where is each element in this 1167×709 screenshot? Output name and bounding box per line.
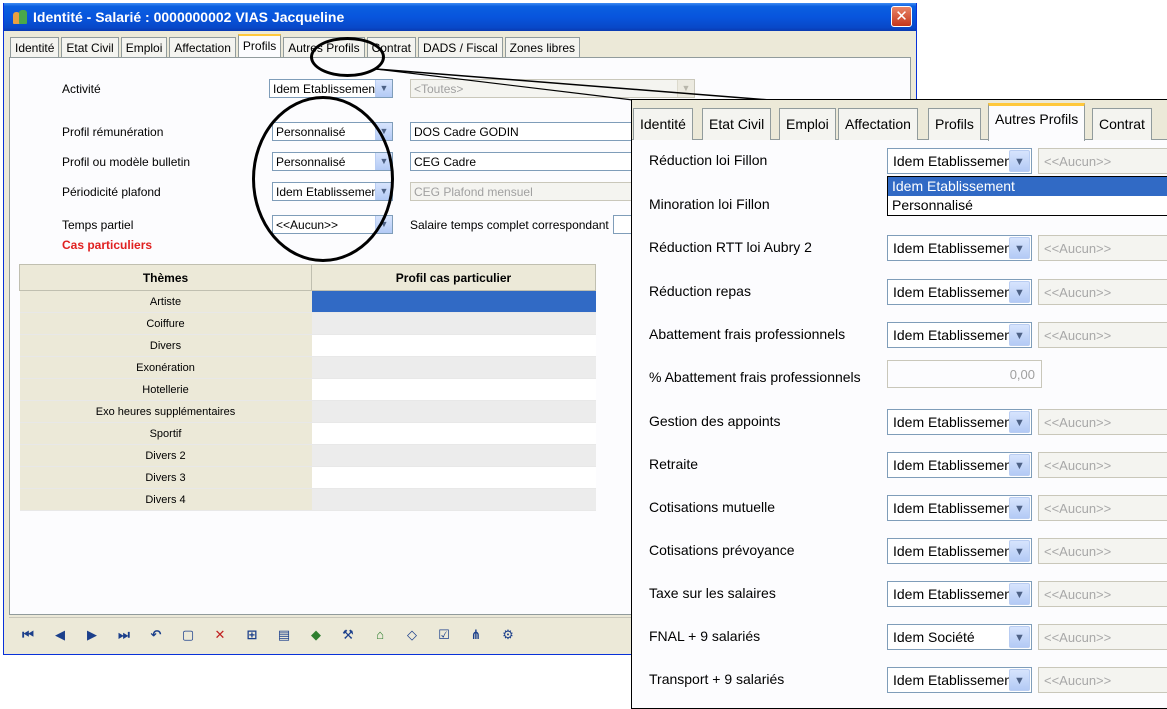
reduction-rtt-select[interactable]: Idem Etablissement ▼ — [887, 235, 1032, 261]
detail-select: <<Aucun>> — [1038, 279, 1167, 305]
select-value: Idem Société — [893, 629, 975, 645]
chevron-down-icon[interactable]: ▼ — [1009, 150, 1030, 172]
detail-select: <<Aucun>> — [1038, 495, 1167, 521]
zoom-tab-autres-profils[interactable]: Autres Profils — [988, 103, 1086, 141]
row-label: Réduction RTT loi Aubry 2 — [649, 239, 812, 255]
cotisations-mutuelle-select[interactable]: Idem Etablissement ▼ — [887, 495, 1032, 521]
row-label: Cotisations mutuelle — [649, 499, 776, 515]
detail-select: <<Aucun>> — [1038, 538, 1167, 564]
pct-abattement-input: 0,00 — [887, 360, 1042, 388]
row-label: Retraite — [649, 456, 699, 472]
select-value: Idem Etablissement — [893, 284, 1016, 300]
chevron-down-icon[interactable]: ▼ — [1009, 324, 1030, 346]
detail-select: <<Aucun>> — [1038, 452, 1167, 478]
select-value: Idem Etablissement — [893, 672, 1016, 688]
dropdown-list: Idem Etablissement Personnalisé — [887, 176, 1167, 216]
chevron-down-icon[interactable]: ▼ — [1009, 411, 1030, 433]
row-label: Réduction loi Fillon — [649, 152, 768, 168]
zoom-tab-etat-civil[interactable]: Etat Civil — [702, 108, 772, 140]
dropdown-option[interactable]: Idem Etablissement — [888, 177, 1167, 196]
retraite-select[interactable]: Idem Etablissement ▼ — [887, 452, 1032, 478]
detail-select: <<Aucun>> — [1038, 235, 1167, 261]
select-value: Idem Etablissement — [893, 240, 1016, 256]
detail-select: <<Aucun>> — [1038, 624, 1167, 650]
detail-select: <<Aucun>> — [1038, 409, 1167, 435]
zoomed-autres-profils-panel: Identité Etat Civil Emploi Affectation P… — [631, 99, 1167, 709]
row-label: Taxe sur les salaires — [649, 585, 776, 601]
zoom-tab-affectation[interactable]: Affectation — [838, 108, 918, 140]
select-value: Idem Etablissement — [893, 457, 1016, 473]
select-value: Idem Etablissement — [893, 327, 1016, 343]
row-label: % Abattement frais professionnels — [649, 369, 861, 385]
transport-select[interactable]: Idem Etablissement ▼ — [887, 667, 1032, 693]
row-label: Cotisations prévoyance — [649, 542, 795, 558]
zoom-tab-identite[interactable]: Identité — [633, 108, 693, 140]
detail-select: <<Aucun>> — [1038, 148, 1167, 174]
chevron-down-icon[interactable]: ▼ — [1009, 281, 1030, 303]
detail-select: <<Aucun>> — [1038, 581, 1167, 607]
row-label: Transport + 9 salariés — [649, 671, 785, 687]
select-value: Idem Etablissement — [893, 586, 1016, 602]
select-value: Idem Etablissement — [893, 153, 1016, 169]
row-label: FNAL + 9 salariés — [649, 628, 761, 644]
chevron-down-icon[interactable]: ▼ — [1009, 626, 1030, 648]
taxe-salaires-select[interactable]: Idem Etablissement ▼ — [887, 581, 1032, 607]
gestion-appoints-select[interactable]: Idem Etablissement ▼ — [887, 409, 1032, 435]
chevron-down-icon[interactable]: ▼ — [1009, 669, 1030, 691]
chevron-down-icon[interactable]: ▼ — [1009, 454, 1030, 476]
select-value: Idem Etablissement — [893, 543, 1016, 559]
detail-select: <<Aucun>> — [1038, 667, 1167, 693]
select-value: Idem Etablissement — [893, 500, 1016, 516]
cotisations-prevoyance-select[interactable]: Idem Etablissement ▼ — [887, 538, 1032, 564]
zoom-tab-bar: Identité Etat Civil Emploi Affectation P… — [632, 100, 1167, 141]
reduction-fillon-select[interactable]: Idem Etablissement ▼ — [887, 148, 1032, 174]
row-label: Minoration loi Fillon — [649, 196, 770, 212]
chevron-down-icon[interactable]: ▼ — [1009, 237, 1030, 259]
chevron-down-icon[interactable]: ▼ — [1009, 583, 1030, 605]
abattement-frais-select[interactable]: Idem Etablissement ▼ — [887, 322, 1032, 348]
row-label: Gestion des appoints — [649, 413, 781, 429]
row-label: Réduction repas — [649, 283, 751, 299]
dropdown-option[interactable]: Personnalisé — [888, 196, 1167, 215]
fnal-select[interactable]: Idem Société ▼ — [887, 624, 1032, 650]
reduction-repas-select[interactable]: Idem Etablissement ▼ — [887, 279, 1032, 305]
zoom-tab-profils[interactable]: Profils — [928, 108, 981, 140]
chevron-down-icon[interactable]: ▼ — [1009, 540, 1030, 562]
select-value: Idem Etablissement — [893, 414, 1016, 430]
row-label: Abattement frais professionnels — [649, 326, 846, 342]
chevron-down-icon[interactable]: ▼ — [1009, 497, 1030, 519]
zoom-tab-emploi[interactable]: Emploi — [779, 108, 836, 140]
zoom-tab-contrat[interactable]: Contrat — [1092, 108, 1152, 140]
detail-select: <<Aucun>> — [1038, 322, 1167, 348]
